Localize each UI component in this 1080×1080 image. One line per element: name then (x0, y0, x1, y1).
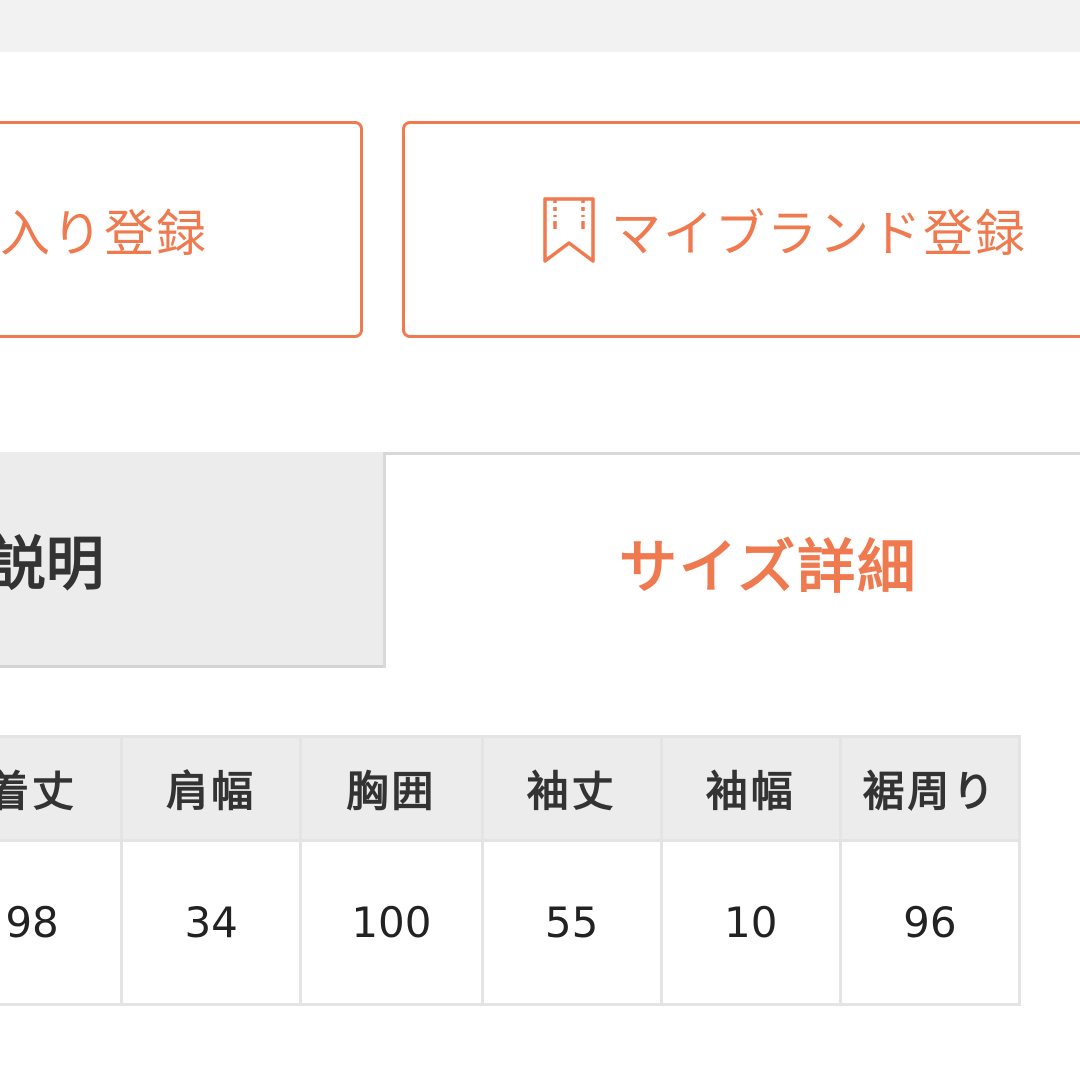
value-cell-sleeve-width: 10 (659, 839, 842, 1006)
value-cell-length: 98 (0, 839, 124, 1006)
header-cell-shoulder: 肩幅 (120, 735, 303, 842)
mybrand-register-label: マイブランド登録 (611, 204, 1027, 263)
value-cell-hem: 96 (838, 839, 1022, 1006)
size-table: 着丈 肩幅 胸囲 袖丈 袖幅 裾周り 98 34 100 55 10 96 (0, 735, 1022, 1006)
value-cell-shoulder: 34 (120, 839, 303, 1006)
tab-description-label: 説明 (0, 529, 105, 598)
tab-size-details-label: サイズ詳細 (619, 532, 918, 601)
bookmark-icon (541, 195, 597, 265)
mybrand-register-button[interactable]: マイブランド登録 (402, 121, 1080, 338)
header-cell-sleeve-length: 袖丈 (480, 735, 663, 842)
size-table-header-row: 着丈 肩幅 胸囲 袖丈 袖幅 裾周り (0, 735, 1022, 842)
favorite-register-button[interactable]: 入り登録 (0, 121, 363, 338)
table-row: 98 34 100 55 10 96 (0, 839, 1022, 1006)
favorite-register-label: 入り登録 (0, 204, 208, 263)
header-cell-length: 着丈 (0, 735, 124, 842)
product-page: 入り登録 マイブランド登録 説明 サイズ詳細 着丈 肩幅 胸囲 袖丈 袖幅 裾周… (0, 0, 1080, 1080)
tab-description[interactable]: 説明 (0, 452, 386, 668)
value-cell-sleeve-length: 55 (480, 839, 663, 1006)
tab-size-details[interactable]: サイズ詳細 (383, 452, 1080, 668)
header-cell-sleeve-width: 袖幅 (659, 735, 842, 842)
value-cell-chest: 100 (299, 839, 484, 1006)
top-bar (0, 0, 1080, 52)
header-cell-hem: 裾周り (838, 735, 1022, 842)
header-cell-chest: 胸囲 (299, 735, 484, 842)
